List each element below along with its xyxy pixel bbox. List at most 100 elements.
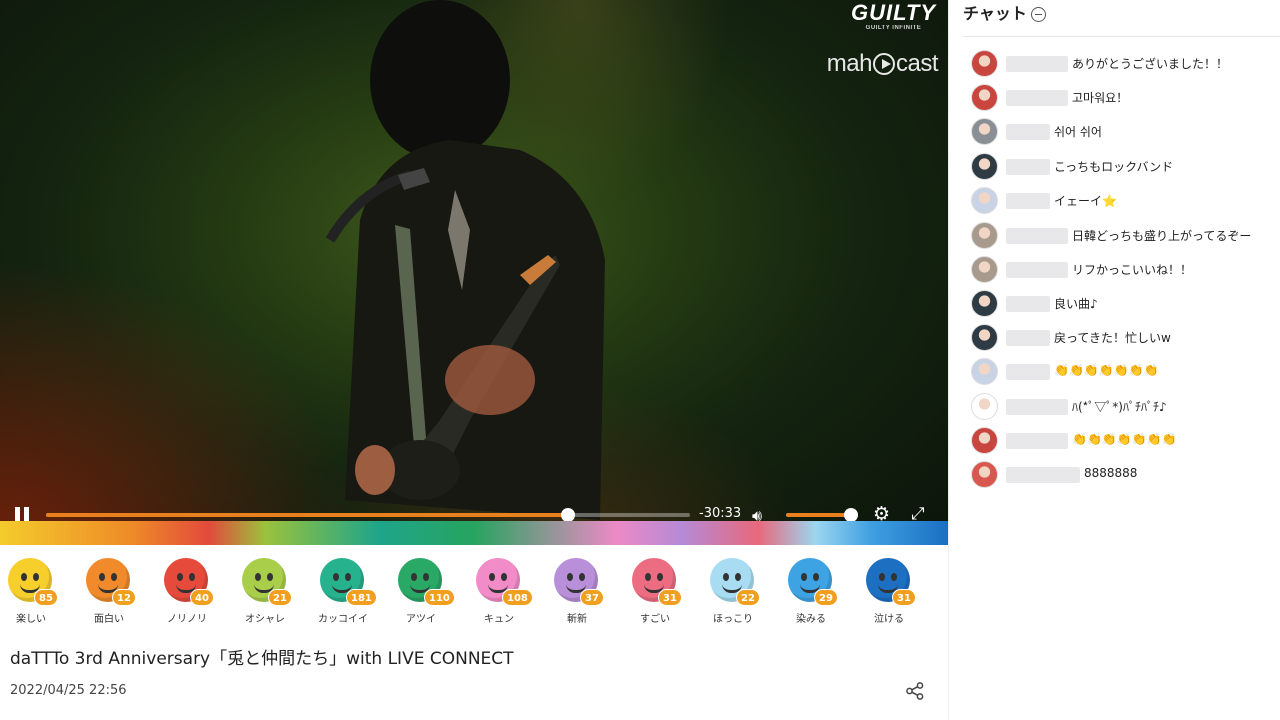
chat-message: ゆうき 良い曲♪ (971, 289, 1280, 319)
chat-message-text: 8888888 (1084, 466, 1138, 480)
chat-username[interactable]: ゆうき (1006, 296, 1050, 312)
reaction-label: アツイ (406, 614, 436, 625)
chat-username[interactable]: ゆうきさん (1006, 56, 1068, 72)
reaction-button[interactable]: 40 ノリノリ (156, 556, 218, 626)
chat-message: ゆうきさん 日韓どっちも盛り上がってるぞー (971, 221, 1280, 251)
chat-message: Mami イェーイ⭐ (971, 186, 1280, 216)
chat-message-text: 쉬어 쉬어 (1054, 125, 1102, 139)
avatar[interactable] (971, 461, 998, 488)
avatar[interactable] (971, 256, 998, 283)
avatar[interactable] (971, 324, 998, 351)
chat-username[interactable]: ゆうきさん (1006, 228, 1068, 244)
chat-username[interactable]: ゆうきさん (1006, 399, 1068, 415)
mahocast-logo: mah cast (826, 50, 939, 77)
chat-header: チャット (963, 1, 1280, 31)
avatar[interactable] (971, 427, 998, 454)
chat-message: ゆうきさん 고마워요！ (971, 83, 1280, 113)
chat-title: チャット (963, 4, 1027, 23)
reaction-label: 楽しい (16, 614, 46, 625)
avatar[interactable] (971, 50, 998, 77)
chat-message-text: 良い曲♪ (1054, 297, 1098, 311)
reaction-label: すごい (640, 614, 670, 625)
chat-message-text: イェーイ⭐ (1054, 194, 1117, 208)
chat-panel: チャット ゆうきさん ありがとうございました！！ ゆうきさん 고마워요！ ゆうき 쉬어 쉬… (948, 0, 1280, 720)
reaction-count: 21 (268, 589, 292, 606)
seek-progress (46, 513, 568, 517)
reaction-button[interactable]: 37 斬新 (546, 556, 608, 626)
performer-image (325, 0, 605, 520)
reaction-count: 108 (502, 589, 533, 606)
chat-message-text: ありがとうございました！！ (1072, 57, 1229, 71)
stream-date: 2022/04/25 22:56 (10, 683, 127, 698)
reaction-button[interactable]: 21 オシャレ (234, 556, 296, 626)
avatar[interactable] (971, 84, 998, 111)
chat-message: ゆうきさん ありがとうございました！！ (971, 49, 1280, 79)
reaction-heat-bar (0, 521, 948, 545)
video-player[interactable]: GUILTY GUILTY INFINITE mah cast -30:33 🔊︎… (0, 0, 948, 545)
chat-username[interactable]: ゆうきさん (1006, 90, 1068, 106)
play-circle-icon (872, 53, 895, 75)
reaction-label: 面白い (94, 614, 124, 625)
chat-message: ゆうきさん 8888888 (971, 460, 1280, 490)
reaction-label: ノリノリ (167, 614, 207, 625)
reaction-button[interactable]: 29 染みる (780, 556, 842, 626)
reaction-label: ほっこり (713, 614, 753, 625)
volume-level (786, 513, 851, 517)
volume-slider[interactable] (786, 508, 858, 522)
reaction-count: 85 (34, 589, 58, 606)
reaction-count: 31 (892, 589, 916, 606)
chat-username[interactable]: ゆうき (1006, 124, 1050, 140)
reaction-label: カッコイイ (318, 614, 368, 625)
avatar[interactable] (971, 222, 998, 249)
avatar[interactable] (971, 393, 998, 420)
reaction-button[interactable]: 22 ほっこり (702, 556, 764, 626)
guilty-logo: GUILTY GUILTY INFINITE (850, 0, 936, 32)
chat-message: ゆうき こっちもロックバンド (971, 152, 1280, 182)
chat-message-text: こっちもロックバンド (1054, 160, 1174, 174)
chat-username[interactable]: Mami2 (1006, 364, 1050, 380)
reaction-count: 31 (658, 589, 682, 606)
volume-handle[interactable] (843, 508, 858, 522)
avatar[interactable] (971, 187, 998, 214)
reaction-button[interactable]: 31 泣ける (858, 556, 920, 626)
reaction-count: 12 (112, 589, 136, 606)
reaction-count: 22 (736, 589, 760, 606)
chat-message: ゆうきさん 👏👏👏👏👏👏👏 (971, 426, 1280, 456)
chat-username[interactable]: ゆうきさん (1006, 433, 1068, 449)
reaction-button[interactable]: 31 すごい (624, 556, 686, 626)
reaction-label: オシャレ (245, 614, 285, 625)
chat-divider (963, 36, 1280, 37)
avatar[interactable] (971, 358, 998, 385)
chat-username[interactable]: Mami (1006, 193, 1050, 209)
chat-message-text: ﾊ(*ﾟ▽ﾟ*)ﾊﾟﾁﾊﾟﾁ♪ (1072, 400, 1167, 414)
reaction-count: 37 (580, 589, 604, 606)
chat-username[interactable]: ゆうきさん (1006, 262, 1068, 278)
chat-message-text: 고마워요！ (1072, 91, 1129, 105)
seek-bar[interactable] (46, 508, 690, 522)
chat-message-text: 👏👏👏👏👏👏👏 (1072, 432, 1177, 446)
chat-message: ゆうきさん リフかっこいいね！！ (971, 255, 1280, 285)
reaction-count: 110 (424, 589, 455, 606)
reaction-button[interactable]: 108 キュン (468, 556, 533, 626)
chat-username[interactable]: ゆうきさん (1006, 467, 1080, 483)
reaction-label: 染みる (796, 614, 826, 625)
chat-username[interactable]: ゆうき (1006, 330, 1050, 346)
chat-username[interactable]: ゆうき (1006, 159, 1050, 175)
share-icon[interactable] (905, 682, 925, 700)
avatar[interactable] (971, 153, 998, 180)
reaction-button[interactable]: 181 カッコイイ (312, 556, 377, 626)
reaction-count: 40 (190, 589, 214, 606)
reaction-button[interactable]: 110 アツイ (390, 556, 455, 626)
reaction-count: 181 (346, 589, 377, 606)
avatar[interactable] (971, 118, 998, 145)
chat-message-text: 👏👏👏👏👏👏👏 (1054, 363, 1159, 377)
reaction-button[interactable]: 85 楽しい (0, 556, 62, 626)
chat-message-text: リフかっこいいね！！ (1072, 263, 1193, 277)
avatar[interactable] (971, 290, 998, 317)
reaction-button[interactable]: 12 面白い (78, 556, 140, 626)
chat-message-text: 戻ってきた！忙しいw (1054, 331, 1171, 345)
reaction-label: 斬新 (567, 614, 587, 625)
seek-handle[interactable] (560, 508, 575, 522)
collapse-chat-icon[interactable] (1030, 7, 1046, 22)
stream-title: daTTTo 3rd Anniversary「兎と仲間たち」with LIVE … (10, 649, 514, 669)
